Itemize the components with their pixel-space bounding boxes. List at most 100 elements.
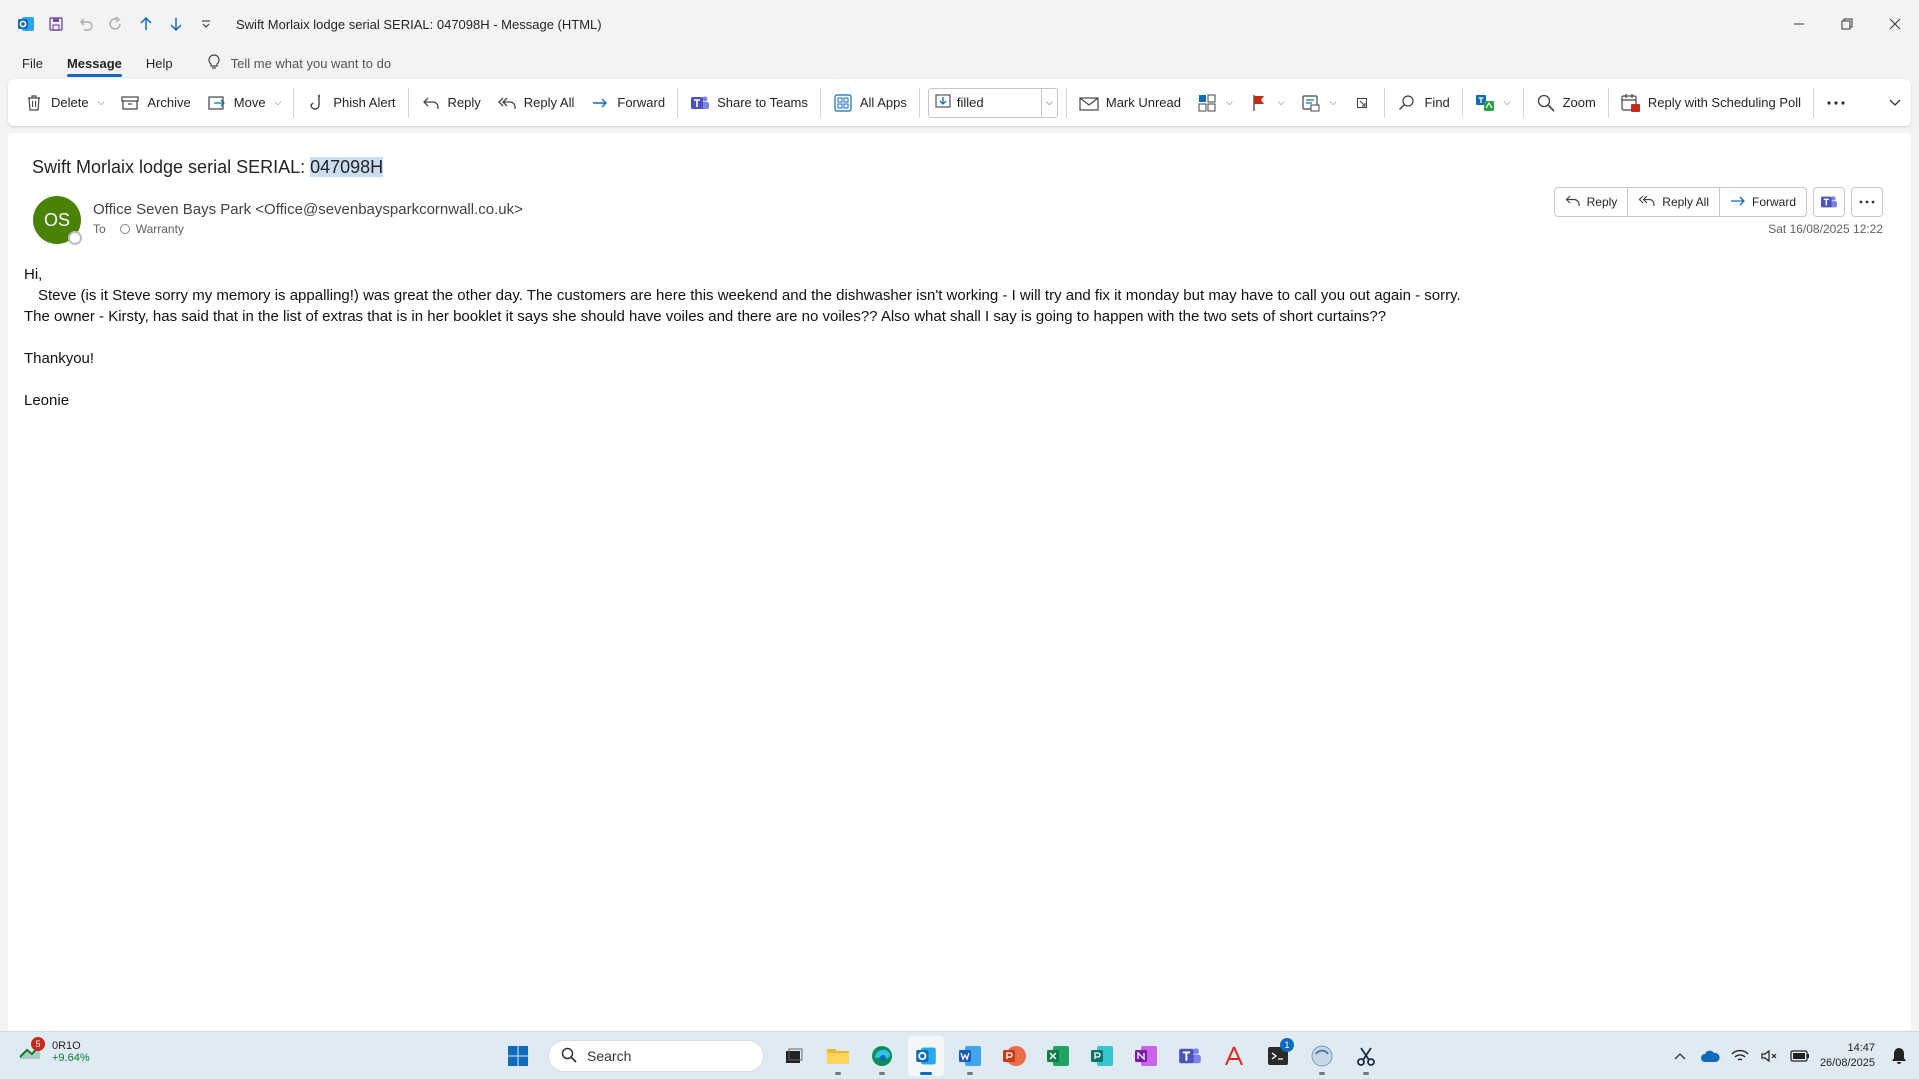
stock-widget[interactable]: 5 0R1O +9.64%: [18, 1037, 90, 1064]
follow-up-button[interactable]: ⌵: [1241, 86, 1293, 120]
restore-button[interactable]: [1823, 0, 1871, 48]
publisher-button[interactable]: [1084, 1036, 1120, 1076]
sender-name[interactable]: Office Seven Bays Park <Office@sevenbays…: [93, 201, 523, 218]
trash-icon: [24, 93, 44, 113]
redo-icon[interactable]: [104, 12, 128, 36]
inline-forward-button[interactable]: Forward: [1720, 188, 1806, 216]
inline-reply-all-button[interactable]: Reply All: [1628, 188, 1720, 216]
chevron-down-icon[interactable]: ⌵: [1504, 97, 1511, 108]
word-button[interactable]: [952, 1036, 988, 1076]
browser-app-button[interactable]: [1304, 1036, 1340, 1076]
notifications-button[interactable]: [1889, 1036, 1909, 1076]
quick-steps-value[interactable]: filled: [929, 89, 1041, 117]
message-subject[interactable]: Swift Morlaix lodge serial SERIAL: 04709…: [32, 157, 384, 178]
powerpoint-button[interactable]: [996, 1036, 1032, 1076]
terminal-app-button[interactable]: 1: [1260, 1036, 1296, 1076]
quick-steps-combo[interactable]: filled ⌵: [927, 87, 1058, 118]
more-actions-button[interactable]: [1851, 187, 1883, 217]
ribbon-separator: [293, 87, 295, 118]
undo-icon[interactable]: [74, 12, 98, 36]
categorize-button[interactable]: ⌵: [1189, 86, 1241, 120]
delete-button[interactable]: Delete ⌵: [16, 86, 112, 120]
show-hidden-icons-button[interactable]: [1670, 1036, 1690, 1076]
teams-taskbar-button[interactable]: [1172, 1036, 1208, 1076]
ribbon-separator: [677, 87, 679, 118]
body-line: Hi,: [24, 266, 43, 283]
subject-selected-text[interactable]: 047098H: [310, 157, 384, 177]
onedrive-button[interactable]: [1700, 1036, 1720, 1076]
edge-button[interactable]: [864, 1036, 900, 1076]
task-view-button[interactable]: [776, 1036, 812, 1076]
folder-move-icon: [935, 93, 951, 112]
message-pane: Swift Morlaix lodge serial SERIAL: 04709…: [8, 133, 1911, 1031]
clock-date: 26/08/2025: [1819, 1057, 1875, 1069]
ribbon-expand-button[interactable]: [1885, 93, 1905, 113]
snipping-app-button[interactable]: [1348, 1036, 1384, 1076]
close-button[interactable]: [1871, 0, 1919, 48]
minimize-button[interactable]: [1775, 0, 1823, 48]
start-button[interactable]: [500, 1036, 536, 1076]
chevron-down-icon[interactable]: ⌵: [98, 97, 105, 108]
volume-button[interactable]: [1760, 1036, 1780, 1076]
onenote-button[interactable]: [1128, 1036, 1164, 1076]
message-actions: Reply Reply All Forward: [1553, 187, 1883, 217]
next-item-icon[interactable]: [164, 12, 188, 36]
tab-help[interactable]: Help: [146, 52, 173, 75]
tab-file[interactable]: File: [22, 52, 43, 75]
wifi-button[interactable]: [1730, 1036, 1750, 1076]
chevron-down-icon[interactable]: ⌵: [1226, 97, 1233, 108]
reply-icon: [1565, 194, 1581, 211]
chevron-down-icon[interactable]: ⌵: [275, 97, 282, 108]
translate-icon: [1475, 93, 1495, 113]
acrobat-button[interactable]: [1216, 1036, 1252, 1076]
taskbar-search[interactable]: Search: [548, 1040, 764, 1072]
ribbon-separator: [1384, 87, 1386, 118]
forward-button[interactable]: Forward: [582, 86, 673, 120]
more-commands-button[interactable]: [1818, 86, 1854, 120]
rules-button[interactable]: ⌵: [1293, 86, 1345, 120]
tell-me-search[interactable]: Tell me what you want to do: [207, 53, 391, 73]
chevron-down-icon[interactable]: ⌵: [1278, 97, 1285, 108]
inline-reply-label: Reply: [1586, 195, 1618, 209]
volume-muted-icon: [1761, 1049, 1777, 1063]
folder-icon: [827, 1049, 849, 1064]
menu-bar: File Message Help Tell me what you want …: [0, 48, 1919, 78]
chevron-down-icon[interactable]: ⌵: [1040, 88, 1057, 117]
chevron-down-icon[interactable]: ⌵: [1330, 97, 1337, 108]
chevron-down-icon: [1889, 99, 1901, 106]
inline-reply-button[interactable]: Reply: [1555, 188, 1629, 216]
share-to-teams-button[interactable]: Share to Teams: [682, 86, 816, 120]
translate-button[interactable]: ⌵: [1467, 86, 1519, 120]
find-label: Find: [1424, 95, 1450, 110]
move-button[interactable]: Move ⌵: [199, 86, 290, 120]
save-icon[interactable]: [44, 12, 68, 36]
share-to-teams-label: Share to Teams: [717, 95, 808, 110]
message-body[interactable]: Hi, Steve (is it Steve sorry my memory i…: [24, 264, 1461, 411]
chevron-up-icon: [1674, 1053, 1686, 1060]
find-button[interactable]: Find: [1389, 86, 1457, 120]
inline-forward-label: Forward: [1751, 195, 1796, 209]
customize-toolbar-icon[interactable]: [194, 12, 218, 36]
group-launcher-button[interactable]: [1344, 86, 1380, 120]
ribbon-separator: [1813, 87, 1815, 118]
recipients-row: To Warranty: [93, 222, 184, 236]
reply-all-button[interactable]: Reply All: [489, 86, 583, 120]
quick-access-toolbar: [0, 12, 218, 36]
clock[interactable]: 14:47 26/08/2025: [1820, 1041, 1875, 1071]
flag-icon: [1249, 93, 1269, 113]
excel-button[interactable]: [1040, 1036, 1076, 1076]
file-explorer-button[interactable]: [820, 1036, 856, 1076]
archive-button[interactable]: Archive: [112, 86, 198, 120]
previous-item-icon[interactable]: [134, 12, 158, 36]
mark-unread-button[interactable]: Mark Unread: [1071, 86, 1189, 120]
reply-with-scheduling-poll-button[interactable]: Reply with Scheduling Poll: [1613, 86, 1809, 120]
battery-button[interactable]: [1790, 1036, 1810, 1076]
all-apps-button[interactable]: All Apps: [825, 86, 915, 120]
to-recipient[interactable]: Warranty: [136, 222, 184, 236]
zoom-button[interactable]: Zoom: [1528, 86, 1604, 120]
phish-alert-button[interactable]: Phish Alert: [298, 86, 403, 120]
teams-share-button[interactable]: [1813, 187, 1845, 217]
outlook-taskbar-button[interactable]: [908, 1036, 944, 1076]
reply-button[interactable]: Reply: [413, 86, 489, 120]
tab-message[interactable]: Message: [66, 52, 122, 77]
